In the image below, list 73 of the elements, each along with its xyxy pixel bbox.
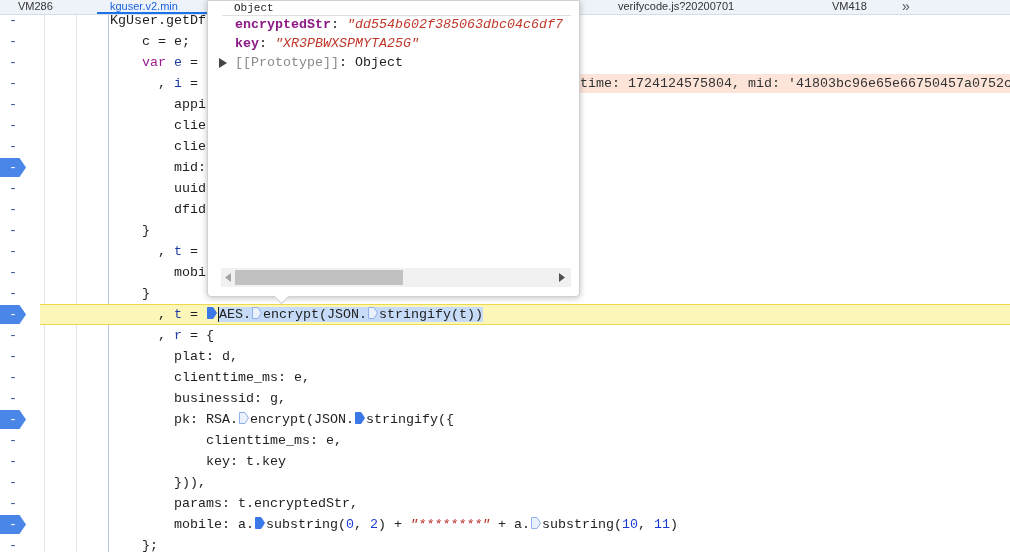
breakpoint-marker[interactable]: - xyxy=(0,158,26,177)
gutter-marker[interactable]: - xyxy=(0,326,26,345)
tab[interactable]: verifycode.js?20200701 xyxy=(618,0,735,12)
property-row-text: key: "XR3PBWXSPMYTA25G" xyxy=(235,34,419,53)
code-text: appi xyxy=(173,96,206,114)
scrollbar-thumb[interactable] xyxy=(235,270,403,285)
code-text: })), xyxy=(173,474,206,492)
gutter-marker[interactable]: - xyxy=(0,242,26,261)
gutter-marker[interactable]: - xyxy=(0,32,26,51)
gutter-marker[interactable]: - xyxy=(0,431,26,450)
code-text: , t = xyxy=(157,243,198,261)
gutter-marker[interactable]: - xyxy=(0,368,26,387)
tab[interactable]: kguser.v2.min xyxy=(110,0,178,12)
gutter-marker[interactable]: - xyxy=(0,11,26,30)
code-text: } xyxy=(141,285,150,303)
code-text: , i = xyxy=(157,75,198,93)
gutter-marker[interactable]: - xyxy=(0,179,26,198)
code-text: , r = { xyxy=(157,327,214,345)
breakpoint-marker[interactable]: - xyxy=(0,305,26,324)
code-text: } xyxy=(141,222,150,240)
gutter-marker[interactable]: - xyxy=(0,263,26,282)
gutter-marker[interactable]: - xyxy=(0,494,26,513)
code-text: }; xyxy=(141,537,158,552)
horizontal-scrollbar[interactable] xyxy=(221,268,571,287)
step-marker-outline-icon[interactable] xyxy=(252,307,262,319)
tab[interactable]: VM286 xyxy=(18,0,53,12)
code-text: mobile: a. substring(0, 2) + "********" + a. substring(10, 11) xyxy=(173,516,678,534)
code-text: var e = xyxy=(141,54,198,72)
code-text: clienttime_ms: e, xyxy=(173,369,310,387)
code-text: KgUser.getDf xyxy=(110,12,206,30)
step-marker-filled-icon[interactable] xyxy=(207,307,217,319)
gutter-marker[interactable]: - xyxy=(0,95,26,114)
code-text: mobi xyxy=(173,264,206,282)
scroll-left-icon[interactable] xyxy=(225,273,231,282)
step-marker-outline-icon[interactable] xyxy=(530,517,541,529)
gutter-marker[interactable]: - xyxy=(0,536,26,552)
gutter-marker[interactable]: - xyxy=(0,200,26,219)
breakpoint-marker[interactable]: - xyxy=(0,410,26,429)
code-text: clie xyxy=(173,117,206,135)
gutter-marker[interactable]: - xyxy=(0,221,26,240)
gutter-marker[interactable]: - xyxy=(0,452,26,471)
code-text: c = e; xyxy=(141,33,190,51)
gutter-marker[interactable]: - xyxy=(0,53,26,72)
breakpoint-marker[interactable]: - xyxy=(0,515,26,534)
expand-triangle-icon[interactable] xyxy=(218,57,228,68)
popover-title: Object xyxy=(234,2,274,14)
gutter-marker[interactable]: - xyxy=(0,137,26,156)
gutter-marker[interactable]: - xyxy=(0,347,26,366)
step-marker-filled-icon[interactable] xyxy=(354,412,365,424)
gutter-marker[interactable]: - xyxy=(0,74,26,93)
code-text: businessid: g, xyxy=(173,390,286,408)
code-text: clie xyxy=(173,138,206,156)
tab[interactable]: VM418 xyxy=(832,0,867,12)
code-text: dfid xyxy=(173,201,206,219)
gutter-marker[interactable]: - xyxy=(0,284,26,303)
code-text: pk: RSA. encrypt(JSON. stringify({ xyxy=(173,411,454,429)
gutter-marker[interactable]: - xyxy=(0,473,26,492)
code-text: clienttime_ms: e, xyxy=(204,432,342,450)
code-text: mid: xyxy=(173,159,206,177)
code-text: plat: d, xyxy=(173,348,238,366)
property-row[interactable]: [[Prototype]]: Object xyxy=(235,52,403,72)
code-text: uuid xyxy=(173,180,206,198)
code-text: params: t.encryptedStr, xyxy=(173,495,358,513)
step-marker-filled-icon[interactable] xyxy=(254,517,265,529)
code-text: key: t.key xyxy=(204,453,286,471)
step-marker-outline-icon[interactable] xyxy=(239,412,249,424)
gutter-marker[interactable]: - xyxy=(0,116,26,135)
scroll-right-icon[interactable] xyxy=(559,273,565,282)
gutter-marker[interactable]: - xyxy=(0,389,26,408)
step-marker-outline-icon[interactable] xyxy=(368,307,378,319)
more-tabs-button[interactable]: » xyxy=(902,0,910,13)
property-row-text: encryptedStr: "dd554b602f385063dbc04c6df7 xyxy=(235,15,563,34)
code-text: , t = AES. encrypt(JSON. stringify(t)) xyxy=(157,306,483,324)
